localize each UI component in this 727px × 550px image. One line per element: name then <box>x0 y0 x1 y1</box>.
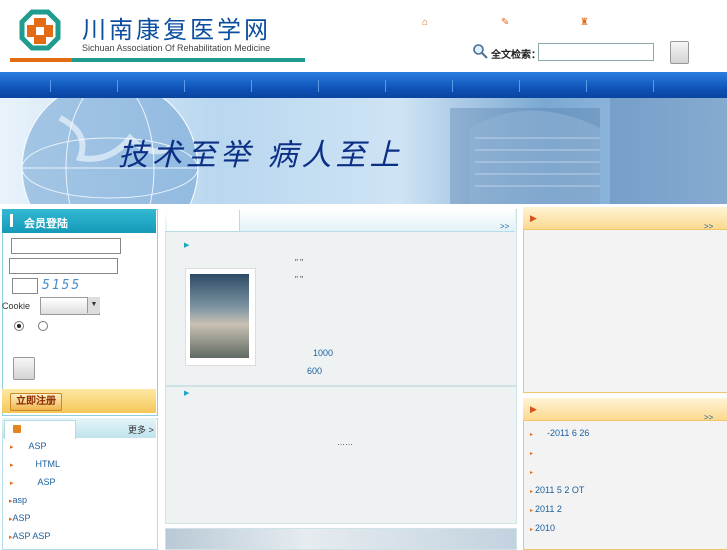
header-marker <box>10 214 13 227</box>
nav-separator <box>117 80 118 92</box>
password-field[interactable] <box>9 258 118 274</box>
list-item-text: HTML <box>35 459 61 469</box>
quote-mark: " " <box>295 275 303 284</box>
list-item-text: ASP <box>12 513 31 523</box>
list-item[interactable]: ▸ 2011 2 <box>530 504 562 514</box>
bullet-icon: ▸ <box>530 527 534 533</box>
nav-separator <box>251 80 252 92</box>
list-item[interactable]: ▸ ASP <box>10 441 47 451</box>
bullet-icon: ▸ <box>530 508 534 514</box>
bullet-icon: ▸ <box>530 451 534 457</box>
search-button[interactable] <box>670 41 689 64</box>
main-nav-bar <box>0 72 727 98</box>
read-more-ellipsis[interactable]: …… <box>337 438 353 447</box>
notice-panel-header <box>523 207 727 230</box>
nav-separator <box>184 80 185 92</box>
list-item[interactable]: ▸ASP ASP <box>9 531 50 541</box>
intro-panel <box>165 386 517 524</box>
section-bullet-icon: ▶ <box>184 242 190 249</box>
bullet-icon: ▸ <box>10 462 14 469</box>
nav-separator <box>385 80 386 92</box>
header-arrow-icon: ▶ <box>530 213 537 223</box>
nav-separator <box>519 80 520 92</box>
list-item[interactable]: ▸ -2011 6 26 <box>530 428 589 438</box>
stat-number: 1000 <box>313 348 334 358</box>
list-item-text: ASP <box>28 441 47 451</box>
list-item-text: asp <box>12 495 28 505</box>
featured-more-link[interactable]: >> <box>500 222 509 231</box>
login-title: 会员登陆 <box>24 218 68 230</box>
section-bullet-icon: ▶ <box>184 390 190 397</box>
nav-separator <box>653 80 654 92</box>
bottom-image-strip <box>165 528 517 550</box>
list-item-text: ASP ASP <box>12 531 51 541</box>
list-item-text: ASP <box>37 477 56 487</box>
list-item[interactable]: ▸ ASP <box>10 477 56 487</box>
list-item[interactable]: ▸ 2010 <box>530 523 555 533</box>
nav-separator <box>586 80 587 92</box>
list-item[interactable]: ▸asp <box>9 495 27 505</box>
quote-mark: " " <box>295 258 303 267</box>
login-button[interactable] <box>13 357 35 380</box>
radio-option-1[interactable] <box>14 321 24 331</box>
logo-underline-teal <box>72 58 305 62</box>
site-title: 川南康复医学网 <box>82 16 271 44</box>
register-button[interactable]: 立即注册 <box>10 393 62 411</box>
bullet-icon: ▸ <box>10 480 14 487</box>
search-input[interactable] <box>538 43 654 61</box>
list-item-text: -2011 6 26 <box>547 428 590 438</box>
cookie-label: Cookie <box>2 301 31 311</box>
news-tab-icon <box>13 425 21 433</box>
updates-more-link[interactable]: >> <box>704 413 713 422</box>
list-item[interactable]: ▸ASP <box>9 513 31 523</box>
notice-panel <box>523 207 727 393</box>
list-item-text: 2011 2 <box>535 504 562 514</box>
home-icon[interactable]: ⌂ <box>422 18 432 28</box>
search-label: 全文检索： <box>491 50 541 61</box>
bullet-icon: ▸ <box>530 489 534 495</box>
username-field[interactable] <box>11 238 121 254</box>
list-item[interactable]: ▸ <box>530 466 537 476</box>
logo-underline-orange <box>10 58 72 62</box>
site-logo[interactable] <box>18 8 62 54</box>
captcha-image[interactable]: 5155 <box>42 278 96 294</box>
radio-option-2[interactable] <box>38 321 48 331</box>
bullet-icon: ▸ <box>530 470 534 476</box>
list-item[interactable]: ▸ <box>530 447 537 457</box>
nav-separator <box>318 80 319 92</box>
verification-code-field[interactable] <box>12 278 38 294</box>
header-arrow-icon: ▶ <box>530 404 537 414</box>
featured-tab[interactable] <box>167 210 240 231</box>
news-more-link[interactable]: 更多 > <box>128 423 154 436</box>
updates-panel-header <box>523 398 727 421</box>
news-photo[interactable] <box>190 274 249 358</box>
nav-separator <box>452 80 453 92</box>
stat-number: 600 <box>307 366 323 376</box>
chevron-down-icon[interactable]: ▼ <box>87 297 100 313</box>
bookmark-icon[interactable]: ✎ <box>501 18 511 28</box>
list-item-text: 2010 <box>535 523 556 533</box>
contact-icon[interactable]: ♜ <box>580 18 590 28</box>
notice-more-link[interactable]: >> <box>704 222 713 231</box>
site-subtitle: Sichuan Association Of Rehabilitation Me… <box>82 43 271 53</box>
nav-separator <box>50 80 51 92</box>
bullet-icon: ▸ <box>530 432 534 438</box>
banner-slogan: 技术至举 病人至上 <box>118 138 404 173</box>
list-item[interactable]: ▸ 2011 5 2 OT <box>530 485 584 495</box>
list-item[interactable]: ▸ HTML <box>10 459 60 469</box>
search-icon <box>473 44 488 59</box>
bullet-icon: ▸ <box>10 444 14 451</box>
list-item-text: 2011 5 2 OT <box>535 485 585 495</box>
